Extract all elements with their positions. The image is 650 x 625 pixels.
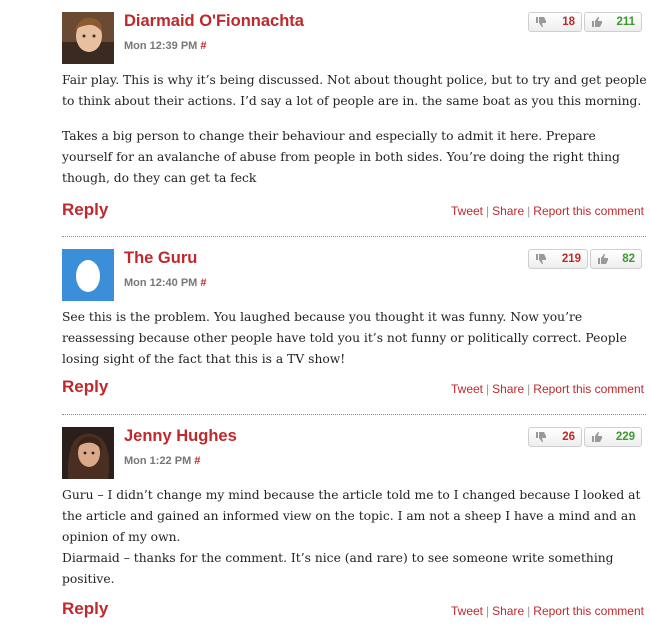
comment-paragraph: Fair play. This is why it’s being discus… [62, 73, 647, 108]
separator: | [527, 204, 531, 218]
comment-actions: Tweet | Share | Report this comment [451, 382, 644, 396]
thumbs-down-button[interactable]: 219 [528, 249, 588, 269]
dislike-count: 18 [562, 16, 575, 28]
comment-meta: Mon 12:40 PM # [124, 277, 207, 289]
vote-buttons: 219 82 [526, 249, 642, 269]
comment-actions: Tweet | Share | Report this comment [451, 604, 644, 618]
comment-paragraph: See this is the problem. You laughed bec… [62, 310, 627, 366]
comment-actions: Tweet | Share | Report this comment [451, 204, 644, 218]
reply-button[interactable]: Reply [62, 200, 108, 220]
comment-time: Mon 1:22 PM [124, 455, 192, 467]
comment-meta: Mon 1:22 PM # [124, 455, 200, 467]
comment-body: See this is the problem. You laughed bec… [62, 307, 647, 384]
like-count: 229 [615, 431, 635, 443]
comment-body: Guru – I didn’t change my mind because t… [62, 485, 647, 590]
comment-paragraph: Guru – I didn’t change my mind because t… [62, 488, 641, 544]
thumbs-down-button[interactable]: 18 [528, 12, 582, 32]
separator: | [527, 604, 531, 618]
share-link[interactable]: Share [492, 204, 524, 218]
reply-button[interactable]: Reply [62, 377, 108, 397]
comment-meta: Mon 12:39 PM # [124, 40, 207, 52]
thumbs-down-icon [536, 254, 546, 264]
separator: | [486, 204, 490, 218]
tweet-link[interactable]: Tweet [451, 382, 483, 396]
separator: | [486, 382, 490, 396]
thumbs-down-button[interactable]: 26 [528, 427, 582, 447]
permalink[interactable]: # [200, 40, 206, 52]
thumbs-down-icon [536, 17, 546, 27]
permalink[interactable]: # [194, 455, 200, 467]
tweet-link[interactable]: Tweet [451, 604, 483, 618]
thumbs-up-icon [592, 432, 602, 442]
comment-author[interactable]: Diarmaid O'Fionnachta [124, 12, 304, 31]
share-link[interactable]: Share [492, 604, 524, 618]
permalink[interactable]: # [200, 277, 206, 289]
separator: | [486, 604, 490, 618]
avatar[interactable] [62, 249, 114, 301]
vote-buttons: 18 211 [526, 12, 642, 32]
report-link[interactable]: Report this comment [533, 204, 644, 218]
vote-buttons: 26 229 [526, 427, 642, 447]
comment-time: Mon 12:40 PM [124, 277, 198, 289]
like-count: 82 [622, 253, 635, 265]
divider [62, 236, 646, 237]
tweet-link[interactable]: Tweet [451, 204, 483, 218]
dislike-count: 219 [561, 253, 581, 265]
thumbs-up-icon [598, 254, 608, 264]
thumbs-up-button[interactable]: 211 [584, 12, 642, 32]
thumbs-up-icon [592, 17, 602, 27]
thumbs-down-icon [536, 432, 546, 442]
reply-button[interactable]: Reply [62, 599, 108, 619]
comment-body: Fair play. This is why it’s being discus… [62, 70, 647, 203]
comment-author[interactable]: Jenny Hughes [124, 427, 237, 446]
divider [62, 414, 646, 415]
comment-time: Mon 12:39 PM [124, 40, 198, 52]
avatar[interactable] [62, 12, 114, 64]
comment-paragraph: Diarmaid – thanks for the comment. It’s … [62, 551, 614, 586]
dislike-count: 26 [562, 431, 575, 443]
comment-author[interactable]: The Guru [124, 249, 197, 268]
share-link[interactable]: Share [492, 382, 524, 396]
thumbs-up-button[interactable]: 229 [584, 427, 642, 447]
avatar[interactable] [62, 427, 114, 479]
report-link[interactable]: Report this comment [533, 382, 644, 396]
thumbs-up-button[interactable]: 82 [590, 249, 642, 269]
comment-paragraph: Takes a big person to change their behav… [62, 129, 620, 185]
report-link[interactable]: Report this comment [533, 604, 644, 618]
separator: | [527, 382, 531, 396]
like-count: 211 [616, 16, 635, 28]
